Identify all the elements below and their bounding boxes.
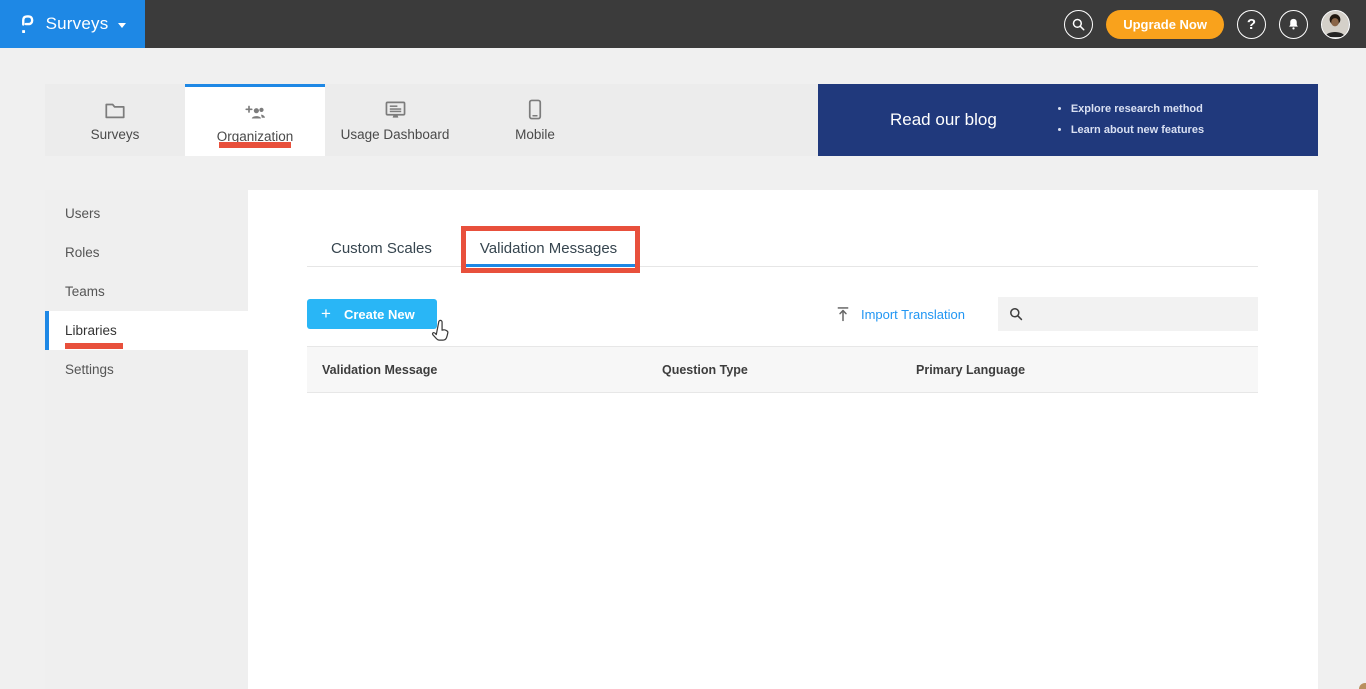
module-tab-label: Surveys bbox=[90, 127, 140, 142]
product-switcher[interactable]: Surveys bbox=[0, 0, 145, 48]
import-translation-label: Import Translation bbox=[860, 306, 965, 322]
create-new-button[interactable]: + Create New bbox=[307, 299, 449, 341]
module-tab-organization[interactable]: Organization bbox=[185, 84, 325, 156]
sidebar-item-teams[interactable]: Teams bbox=[45, 272, 248, 311]
sidebar-item-roles[interactable]: Roles bbox=[45, 233, 248, 272]
smartphone-icon bbox=[528, 98, 542, 120]
product-name: Surveys bbox=[45, 14, 109, 33]
sidebar-item-label: Settings bbox=[65, 362, 114, 377]
tab-validation-messages[interactable]: Validation Messages bbox=[456, 230, 641, 267]
search-icon bbox=[1008, 306, 1024, 322]
add-people-icon bbox=[243, 100, 267, 122]
main-card: Users Roles Teams Libraries Settings Cus… bbox=[45, 190, 1318, 689]
sidebar-item-users[interactable]: Users bbox=[45, 194, 248, 233]
blog-banner-title: Read our blog bbox=[890, 110, 997, 129]
search-icon bbox=[1071, 17, 1086, 32]
module-tab-usage-dashboard[interactable]: Usage Dashboard bbox=[325, 84, 465, 156]
create-new-label: Create New bbox=[343, 306, 415, 322]
upgrade-now-button[interactable]: Upgrade Now bbox=[1106, 9, 1224, 39]
module-tab-surveys[interactable]: Surveys bbox=[45, 84, 185, 156]
column-header-question-type: Question Type bbox=[662, 362, 748, 377]
import-translation-link[interactable]: Import Translation bbox=[836, 306, 965, 323]
hand-cursor-icon bbox=[430, 319, 451, 347]
dashboard-icon bbox=[384, 98, 407, 120]
chat-widget-corner[interactable] bbox=[1359, 683, 1366, 689]
blog-banner-bullet: Explore research method bbox=[1071, 99, 1204, 120]
notifications-button[interactable] bbox=[1279, 9, 1308, 39]
module-tab-mobile[interactable]: Mobile bbox=[465, 84, 605, 156]
folder-icon bbox=[104, 98, 126, 120]
module-tab-label: Usage Dashboard bbox=[340, 127, 450, 142]
sidebar-item-label: Teams bbox=[65, 284, 105, 299]
annotation-underline-libraries bbox=[65, 343, 123, 349]
blog-banner-bullets: Explore research method Learn about new … bbox=[1055, 99, 1204, 142]
help-button[interactable]: ? bbox=[1237, 9, 1266, 39]
bell-icon bbox=[1286, 17, 1301, 32]
import-upload-icon bbox=[836, 306, 850, 323]
search-input[interactable] bbox=[1031, 306, 1248, 322]
tab-label: Validation Messages bbox=[479, 239, 618, 257]
blog-banner-bullet: Learn about new features bbox=[1071, 120, 1204, 141]
questionpro-logo-icon bbox=[19, 13, 36, 36]
sidebar-item-libraries[interactable]: Libraries bbox=[45, 311, 248, 350]
sidebar-item-label: Libraries bbox=[65, 323, 117, 338]
toolbar-right: Import Translation bbox=[836, 297, 1258, 331]
module-nav-strip: Surveys Organization Usage Dashboard Mob… bbox=[45, 84, 1318, 156]
sidebar-item-label: Users bbox=[65, 206, 101, 221]
column-header-validation-message: Validation Message bbox=[322, 362, 438, 377]
module-tabs: Surveys Organization Usage Dashboard Mob… bbox=[45, 84, 818, 156]
annotation-underline-organization bbox=[219, 142, 291, 148]
sidebar-item-label: Roles bbox=[65, 245, 100, 260]
column-header-primary-language: Primary Language bbox=[916, 362, 1026, 377]
library-tabs: Custom Scales Validation Messages bbox=[307, 226, 1258, 273]
blog-banner[interactable]: Read our blog Explore research method Le… bbox=[818, 84, 1318, 156]
header-actions: Upgrade Now ? bbox=[1064, 9, 1366, 39]
tab-label: Custom Scales bbox=[331, 239, 432, 257]
settings-sidebar: Users Roles Teams Libraries Settings bbox=[45, 190, 248, 689]
module-tab-label: Mobile bbox=[515, 127, 555, 142]
question-mark-icon: ? bbox=[1246, 15, 1257, 33]
sidebar-item-settings[interactable]: Settings bbox=[45, 350, 248, 389]
list-toolbar: + Create New Import Translation bbox=[307, 297, 1258, 341]
user-avatar[interactable] bbox=[1321, 9, 1350, 39]
tab-custom-scales[interactable]: Custom Scales bbox=[307, 230, 456, 266]
chevron-down-icon bbox=[118, 22, 127, 28]
libraries-content: Custom Scales Validation Messages + Crea… bbox=[248, 190, 1318, 689]
list-search-box bbox=[998, 297, 1258, 331]
top-header: Surveys Upgrade Now ? bbox=[0, 0, 1366, 48]
search-button[interactable] bbox=[1064, 9, 1094, 39]
plus-icon: + bbox=[321, 304, 331, 323]
validation-table-header: Validation Message Question Type Primary… bbox=[307, 346, 1258, 393]
